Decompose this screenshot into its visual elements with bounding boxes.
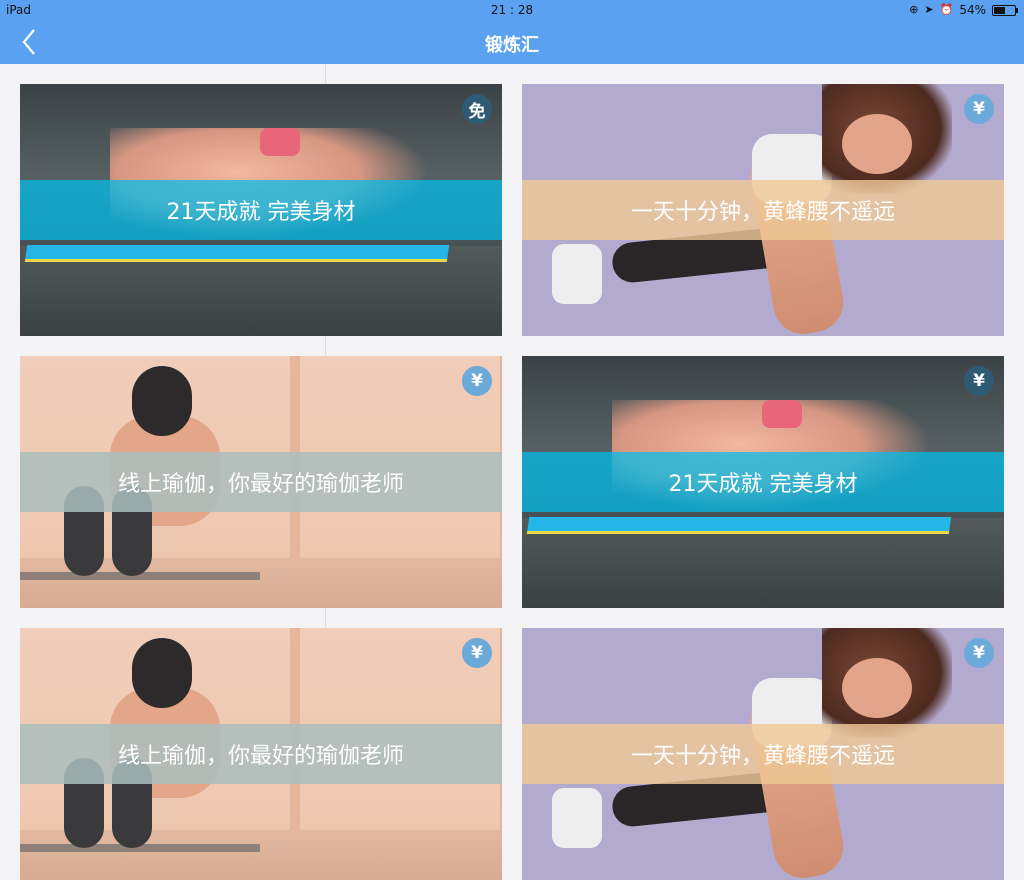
course-title-banner: 一天十分钟，黄蜂腰不遥远 xyxy=(522,180,1004,240)
status-right: ⊕ ➤ ⏰ 54% xyxy=(909,3,1018,17)
course-title: 21天成就 完美身材 xyxy=(166,200,356,225)
orientation-lock-icon: ⊕ xyxy=(909,3,919,16)
course-title-banner: 线上瑜伽，你最好的瑜伽老师 xyxy=(20,724,502,784)
course-title-banner: 线上瑜伽，你最好的瑜伽老师 xyxy=(20,452,502,512)
paid-badge: ¥ xyxy=(462,638,492,668)
course-card[interactable]: 一天十分钟，黄蜂腰不遥远 ¥ xyxy=(522,628,1004,880)
course-title: 线上瑜伽，你最好的瑜伽老师 xyxy=(117,744,404,769)
status-bar: iPad 21 : 28 ⊕ ➤ ⏰ 54% xyxy=(0,0,1024,20)
course-title: 一天十分钟，黄蜂腰不遥远 xyxy=(630,200,895,225)
free-badge: 免 xyxy=(462,94,492,124)
paid-badge: ¥ xyxy=(462,366,492,396)
battery-percent: 54% xyxy=(959,3,986,17)
alarm-icon: ⏰ xyxy=(939,3,954,16)
location-icon: ➤ xyxy=(924,3,934,16)
clock: 21 : 28 xyxy=(490,3,534,17)
course-card[interactable]: 一天十分钟，黄蜂腰不遥远 ¥ xyxy=(522,84,1004,336)
course-title: 一天十分钟，黄蜂腰不遥远 xyxy=(630,744,895,769)
course-title-banner: 21天成就 完美身材 xyxy=(522,452,1004,512)
course-card[interactable]: 线上瑜伽，你最好的瑜伽老师 ¥ xyxy=(20,628,502,880)
paid-badge: ¥ xyxy=(964,366,994,396)
course-title-banner: 21天成就 完美身材 xyxy=(20,180,502,240)
battery-icon xyxy=(992,4,1018,16)
course-title-banner: 一天十分钟，黄蜂腰不遥远 xyxy=(522,724,1004,784)
course-title: 线上瑜伽，你最好的瑜伽老师 xyxy=(117,472,404,497)
battery-fill xyxy=(994,6,1005,14)
course-card[interactable]: 线上瑜伽，你最好的瑜伽老师 ¥ xyxy=(20,356,502,608)
paid-badge: ¥ xyxy=(964,638,994,668)
page-title: 锻炼汇 xyxy=(485,35,539,56)
course-card[interactable]: 21天成就 完美身材 免 xyxy=(20,84,502,336)
paid-badge: ¥ xyxy=(964,94,994,124)
course-card[interactable]: 21天成就 完美身材 ¥ xyxy=(522,356,1004,608)
navigation-bar: 锻炼汇 xyxy=(0,20,1024,64)
course-title: 21天成就 完美身材 xyxy=(668,472,858,497)
